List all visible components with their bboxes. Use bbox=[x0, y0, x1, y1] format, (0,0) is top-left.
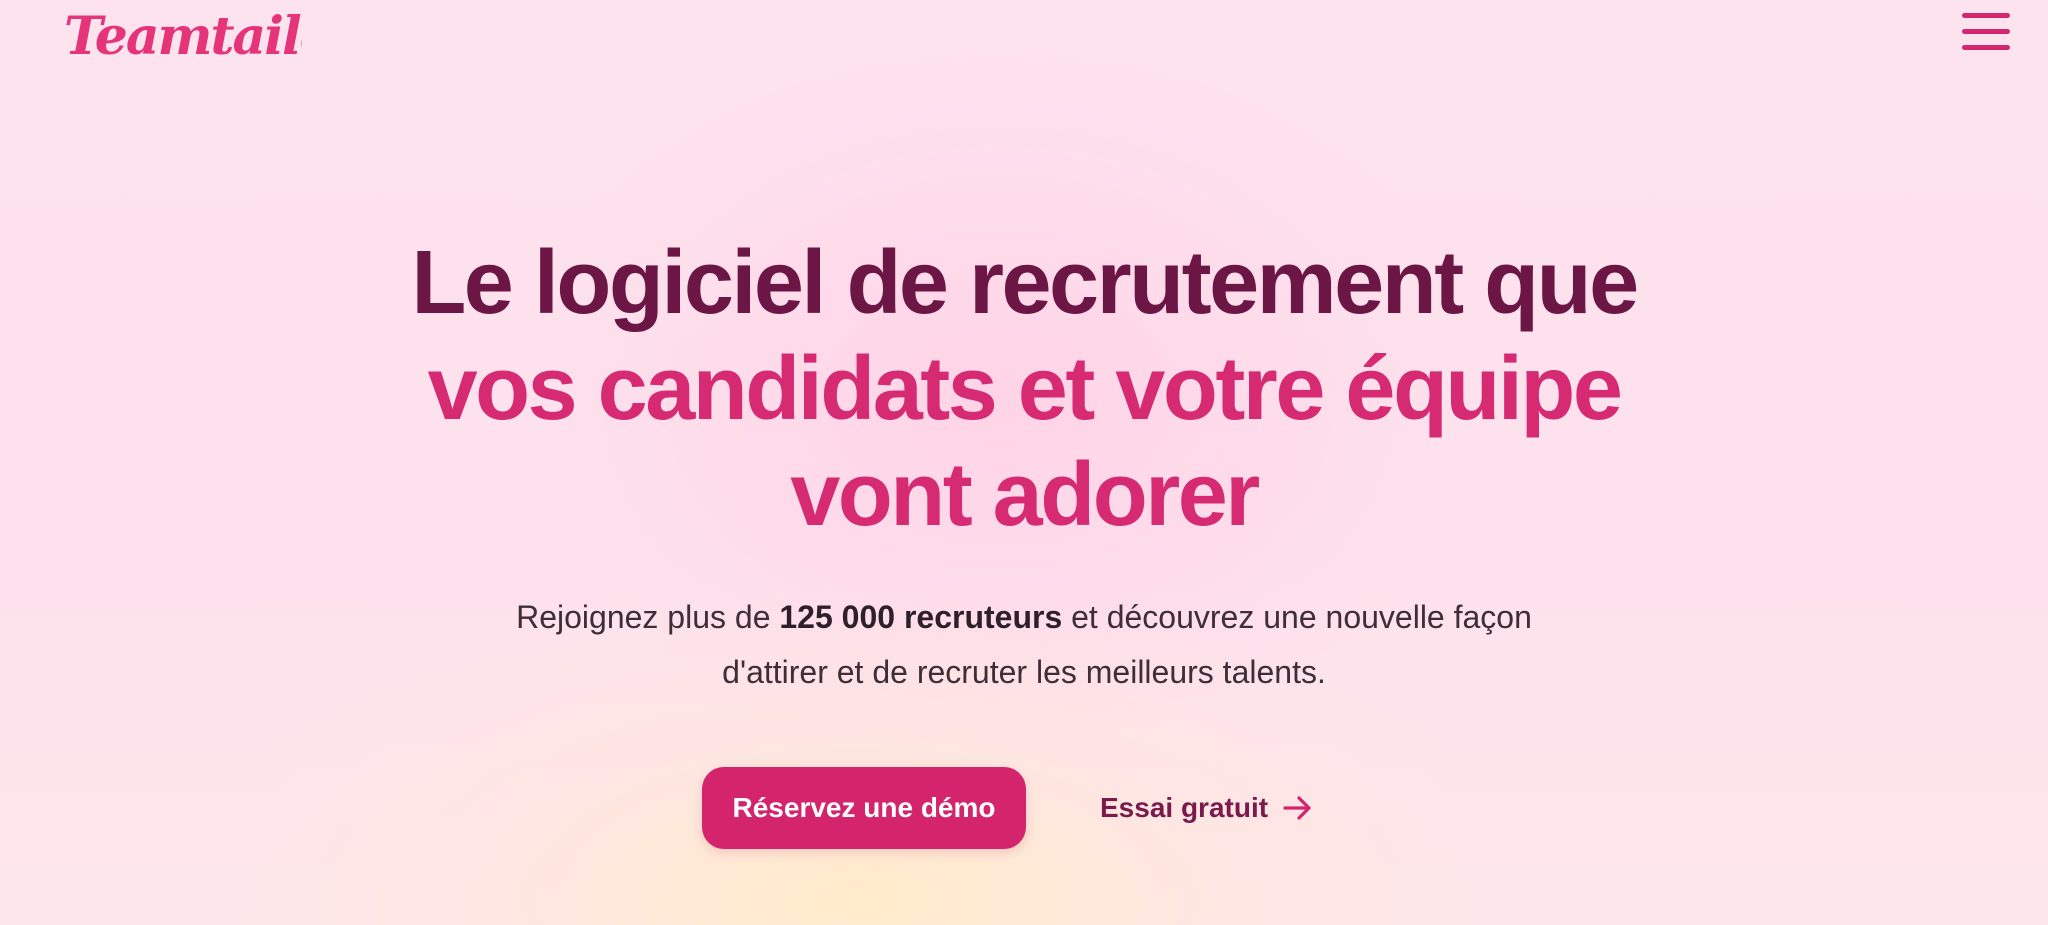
teamtailor-logo[interactable]: Teamtailor bbox=[62, 4, 302, 68]
subtitle-recruiter-count: 125 000 recruteurs bbox=[779, 599, 1063, 635]
hero-title-line-1: Le logiciel de recrutement que bbox=[411, 233, 1639, 333]
free-trial-link[interactable]: Essai gratuit bbox=[1100, 784, 1314, 832]
hero-title: Le logiciel de recrutement que vos candi… bbox=[0, 230, 2048, 548]
menu-bar-bottom bbox=[1962, 45, 2010, 50]
logo-text: Teamtailor bbox=[64, 6, 302, 67]
menu-bar-top bbox=[1962, 13, 2010, 18]
hero-title-line-2: vos candidats et votre équipe bbox=[427, 339, 1623, 439]
free-trial-label: Essai gratuit bbox=[1100, 792, 1269, 823]
book-demo-button[interactable]: Réservez une démo bbox=[702, 767, 1026, 849]
hero-subtitle-line-1: Rejoignez plus de 125 000 recruteurs et … bbox=[0, 590, 2048, 645]
hero-subtitle-line-2: d'attirer et de recruter les meilleurs t… bbox=[722, 654, 1326, 690]
menu-bar-middle bbox=[1962, 29, 2010, 34]
subtitle-suffix: et découvrez une nouvelle façon bbox=[1062, 599, 1532, 635]
hamburger-menu-icon[interactable] bbox=[1960, 10, 2012, 56]
hero-title-line-3: vont adorer bbox=[790, 445, 1260, 545]
arrow-right-icon bbox=[1283, 796, 1311, 820]
hero-subtitle: Rejoignez plus de 125 000 recruteurs et … bbox=[0, 590, 2048, 700]
subtitle-prefix: Rejoignez plus de bbox=[516, 599, 780, 635]
